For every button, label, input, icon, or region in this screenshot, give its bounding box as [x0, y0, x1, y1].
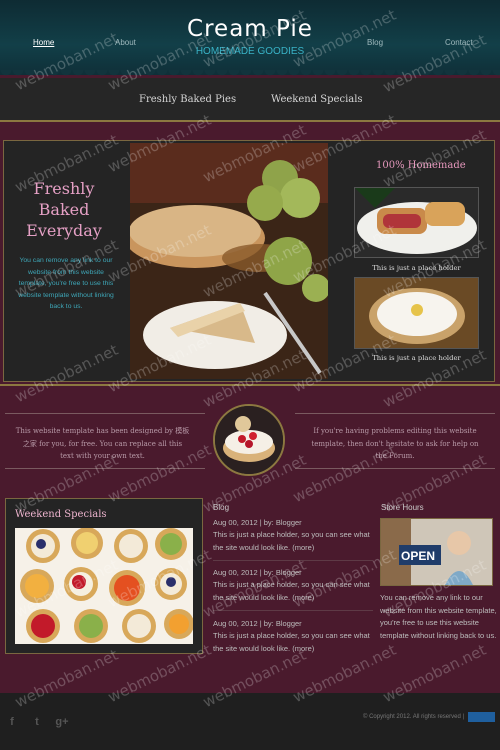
open-sign-image: OPEN [380, 518, 493, 586]
tart-badge-image [213, 404, 285, 476]
blog-post-meta: Aug 00, 2012 | by: Blogger [213, 568, 302, 577]
twitter-icon[interactable]: t [30, 715, 44, 729]
feature-title-line: Everyday [26, 221, 102, 240]
subnav-freshly-baked-pies[interactable]: Freshly Baked Pies [139, 94, 236, 105]
subnav-weekend-specials[interactable]: Weekend Specials [271, 94, 363, 105]
side-title-homemade: 100% Homemade [376, 160, 466, 171]
blog-post-text: This is just a place holder, so you can … [213, 530, 370, 552]
logo-subtitle: HOMEMADE GOODIES [195, 46, 305, 57]
divider-line [213, 560, 373, 561]
help-note-text: If you're having problems editing this w… [311, 427, 479, 460]
thumbnail-image-1[interactable] [354, 187, 479, 258]
divider-line [5, 413, 205, 414]
blog-post-meta: Aug 00, 2012 | by: Blogger [213, 619, 302, 628]
copyright-link[interactable] [468, 712, 495, 722]
fruit-tarts-image[interactable] [15, 528, 193, 644]
thumbnail-caption: This is just a place holder [372, 354, 461, 362]
thumbnail-image-2[interactable] [354, 277, 479, 349]
apple-pie-image [130, 143, 328, 379]
divider-line [5, 468, 205, 469]
logo-title[interactable]: Cream Pie [0, 16, 500, 42]
facebook-icon[interactable]: f [5, 715, 19, 729]
divider-line [0, 384, 500, 386]
store-hours-text: You can remove any link to our website f… [380, 593, 497, 640]
copyright-text: © Copyright 2012. All rights reserved | [363, 714, 465, 720]
divider-line [213, 610, 373, 611]
footer [0, 693, 500, 750]
sub-navigation-bar [0, 78, 500, 120]
blog-post-text: This is just a place holder, so you can … [213, 580, 370, 602]
google-plus-icon[interactable]: g+ [55, 715, 69, 729]
weekend-specials-title: Weekend Specials [15, 509, 107, 520]
divider-line [0, 120, 500, 122]
feature-title: Freshly Baked Everyday [14, 178, 114, 241]
blog-post-meta: Aug 00, 2012 | by: Blogger [213, 518, 302, 527]
thumbnail-caption: This is just a place holder [372, 264, 461, 272]
blog-title: Blog [213, 503, 230, 512]
open-sign-text: OPEN [401, 549, 436, 563]
divider-line [295, 413, 495, 414]
header-scallop-edge [0, 70, 500, 78]
store-hours-title: Store Hours [381, 503, 424, 512]
divider-line [295, 468, 495, 469]
blog-post-text: This is just a place holder, so you can … [213, 631, 370, 653]
designer-note-text: This website template has been designed … [15, 427, 190, 460]
feature-title-line: Freshly [33, 179, 95, 198]
feature-text: You can remove any link to our website f… [18, 257, 114, 311]
feature-title-line: Baked [38, 200, 90, 219]
